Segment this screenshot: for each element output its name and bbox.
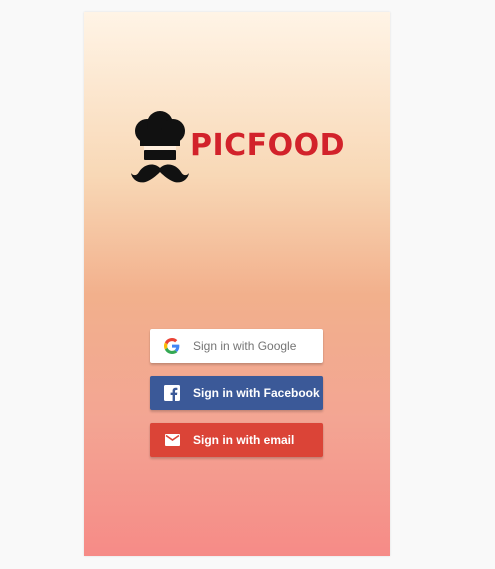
chef-hat-mustache-icon — [131, 111, 189, 183]
sign-in-facebook-label: Sign in with Facebook — [193, 386, 320, 400]
sign-in-google-label: Sign in with Google — [193, 339, 297, 353]
sign-in-email-label: Sign in with email — [193, 433, 295, 447]
sign-in-facebook-button[interactable]: Sign in with Facebook — [150, 376, 323, 410]
logo-wordmark: PICFOOD — [190, 128, 346, 163]
sign-in-email-button[interactable]: Sign in with email — [150, 423, 323, 457]
login-screen: PICFOOD Sign in with Google Sign in with… — [84, 12, 390, 556]
mail-icon — [164, 432, 180, 448]
google-icon — [164, 338, 180, 354]
app-logo: PICFOOD — [130, 106, 345, 192]
facebook-icon — [164, 385, 180, 401]
sign-in-google-button[interactable]: Sign in with Google — [150, 329, 323, 363]
